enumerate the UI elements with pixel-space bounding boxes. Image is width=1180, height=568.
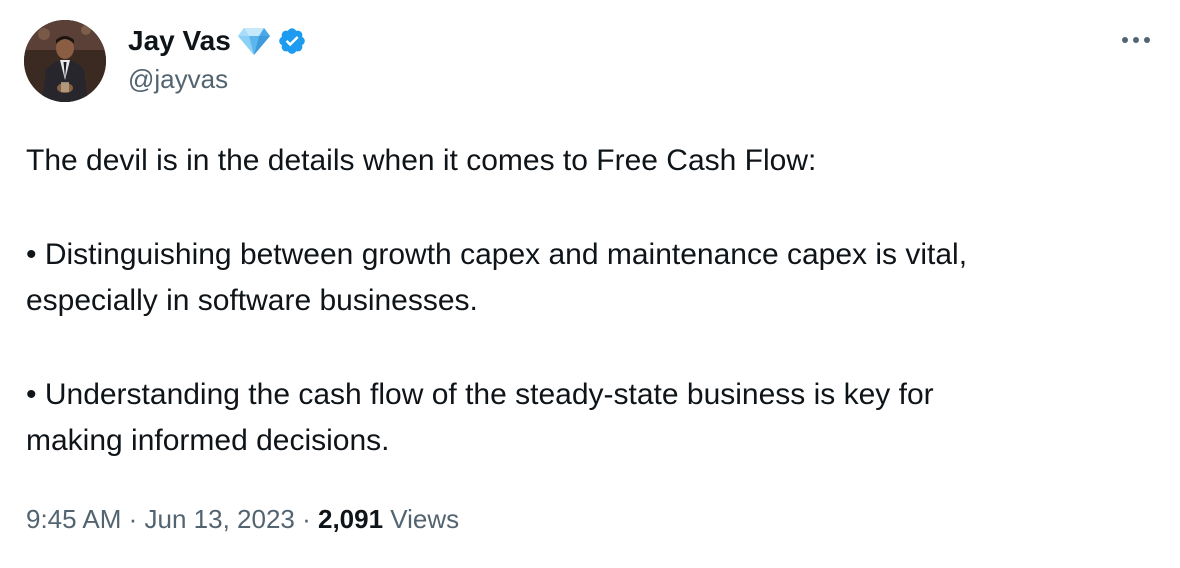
- verified-badge-icon[interactable]: [277, 26, 307, 56]
- separator: ·: [294, 504, 318, 534]
- avatar[interactable]: [24, 20, 106, 102]
- tweet-date[interactable]: Jun 13, 2023: [145, 504, 295, 534]
- bullet-1-line-1: • Distinguishing between growth capex an…: [26, 238, 968, 271]
- bullet-2-line-2: making informed decisions.: [26, 424, 390, 457]
- separator: ·: [121, 504, 145, 534]
- bullet-1-line-2: especially in software businesses.: [26, 284, 478, 317]
- tweet-text: The devil is in the details when it come…: [26, 138, 1156, 464]
- tweet-intro: The devil is in the details when it come…: [26, 144, 817, 177]
- bullet-2-line-1: • Understanding the cash flow of the ste…: [26, 378, 934, 411]
- tweet: Jay Vas @jayvas The devil is in the deta…: [0, 0, 1180, 568]
- views-label: Views: [383, 504, 460, 534]
- tweet-time[interactable]: 9:45 AM: [26, 504, 121, 534]
- author-info: Jay Vas @jayvas: [128, 20, 307, 95]
- tweet-meta: 9:45 AM · Jun 13, 2023 · 2,091 Views: [26, 504, 459, 535]
- views-count[interactable]: 2,091: [318, 504, 383, 534]
- diamond-icon: [237, 26, 271, 56]
- handle[interactable]: @jayvas: [128, 64, 307, 95]
- name-row: Jay Vas: [128, 20, 307, 62]
- more-icon[interactable]: [1118, 28, 1154, 52]
- display-name[interactable]: Jay Vas: [128, 27, 231, 55]
- avatar-photo: [24, 20, 106, 102]
